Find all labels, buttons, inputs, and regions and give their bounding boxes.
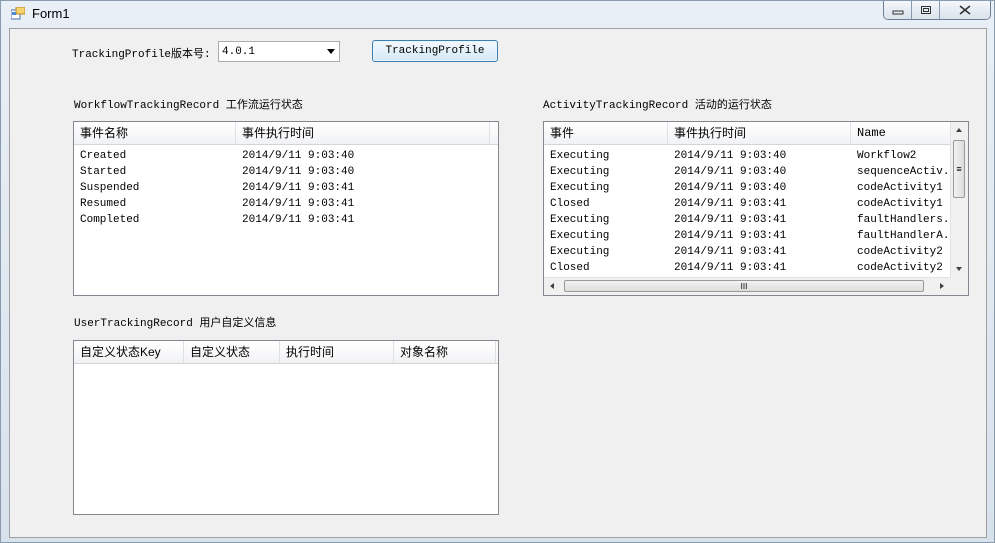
workflow-group-label: WorkflowTrackingRecord 工作流运行状态 — [74, 100, 303, 112]
activity-group-label: ActivityTrackingRecord 活动的运行状态 — [543, 100, 772, 112]
scroll-left-icon[interactable] — [550, 283, 554, 289]
cell: faultHandlers... — [857, 214, 951, 226]
table-row[interactable]: Executing 2014/9/11 9:03:41 faultHandler… — [544, 228, 951, 244]
cell: 2014/9/11 9:03:40 — [674, 150, 787, 162]
cell: Executing — [550, 166, 610, 178]
chevron-down-icon[interactable] — [327, 49, 335, 54]
maximize-icon — [920, 6, 931, 14]
cell: Executing — [550, 214, 610, 226]
cell: Started — [80, 166, 127, 178]
user-header: 自定义状态Key 自定义状态 执行时间 对象名称 — [74, 341, 498, 364]
table-row[interactable]: Executing 2014/9/11 9:03:40 Workflow2 — [544, 148, 951, 164]
table-row[interactable]: Closed 2014/9/11 9:03:41 codeActivity1 — [544, 196, 951, 212]
minimize-icon — [892, 10, 903, 15]
cell: Executing — [550, 182, 610, 194]
table-row[interactable]: Started 2014/9/11 9:03:40 — [74, 164, 498, 180]
cell: Workflow2 — [857, 150, 917, 162]
column-header[interactable]: 自定义状态 — [184, 341, 280, 363]
table-row[interactable]: Executing 2014/9/11 9:03:40 codeActivity… — [544, 180, 951, 196]
maximize-button[interactable] — [912, 1, 940, 19]
form1-window: Form1 TrackingProfile版本号: 4.0.1 Tracking… — [0, 0, 995, 543]
window-title: Form1 — [32, 6, 70, 21]
cell: codeActivity2 — [857, 262, 943, 274]
cell: codeActivity1 — [857, 198, 943, 210]
cell: 2014/9/11 9:03:41 — [242, 214, 355, 226]
cell: Suspended — [80, 182, 140, 194]
close-icon — [959, 5, 971, 15]
workflow-listview[interactable]: 事件名称 事件执行时间 Created 2014/9/11 9:03:40 St… — [73, 121, 499, 296]
activity-header: 事件 事件执行时间 Name — [544, 122, 951, 145]
cell: 2014/9/11 9:03:40 — [242, 166, 355, 178]
cell: Executing — [550, 150, 610, 162]
column-header[interactable]: 执行时间 — [280, 341, 394, 363]
scroll-right-icon[interactable] — [940, 283, 944, 289]
cell: 2014/9/11 9:03:40 — [242, 150, 355, 162]
cell: 2014/9/11 9:03:41 — [242, 198, 355, 210]
app-icon — [11, 7, 25, 20]
column-header[interactable]: 自定义状态Key — [74, 341, 184, 363]
column-header[interactable]: Name — [851, 122, 951, 144]
tracking-profile-button[interactable]: TrackingProfile — [372, 40, 498, 62]
vertical-scroll-thumb[interactable]: ≡ — [953, 140, 965, 198]
user-listview[interactable]: 自定义状态Key 自定义状态 执行时间 对象名称 — [73, 340, 499, 515]
horizontal-scroll-thumb[interactable]: III — [564, 280, 924, 292]
cell: 2014/9/11 9:03:41 — [674, 262, 787, 274]
cell: faultHandlerA... — [857, 230, 951, 242]
cell: 2014/9/11 9:03:40 — [674, 182, 787, 194]
version-label: TrackingProfile版本号: — [72, 49, 211, 61]
cell: Executing — [550, 230, 610, 242]
table-row[interactable]: Executing 2014/9/11 9:03:41 faultHandler… — [544, 212, 951, 228]
column-header[interactable]: 事件 — [544, 122, 668, 144]
column-header[interactable]: 事件名称 — [74, 122, 236, 144]
scroll-down-icon[interactable] — [956, 267, 962, 271]
cell: 2014/9/11 9:03:41 — [242, 182, 355, 194]
workflow-header: 事件名称 事件执行时间 — [74, 122, 498, 145]
version-combobox[interactable]: 4.0.1 — [218, 41, 340, 62]
version-value: 4.0.1 — [222, 45, 256, 58]
cell: Closed — [550, 262, 590, 274]
cell: 2014/9/11 9:03:41 — [674, 246, 787, 258]
cell: Closed — [550, 198, 590, 210]
scrollbar-corner — [951, 278, 968, 295]
table-row[interactable]: Executing 2014/9/11 9:03:40 sequenceActi… — [544, 164, 951, 180]
vertical-scrollbar[interactable]: ≡ — [950, 122, 968, 278]
cell: 2014/9/11 9:03:40 — [674, 166, 787, 178]
column-header[interactable]: 事件执行时间 — [236, 122, 490, 144]
cell: sequenceActiv... — [857, 166, 951, 178]
cell: Created — [80, 150, 127, 162]
minimize-button[interactable] — [884, 1, 912, 19]
cell: 2014/9/11 9:03:41 — [674, 214, 787, 226]
table-row[interactable]: Suspended 2014/9/11 9:03:41 — [74, 180, 498, 196]
table-row[interactable]: Executing 2014/9/11 9:03:41 codeActivity… — [544, 244, 951, 260]
cell: 2014/9/11 9:03:41 — [674, 230, 787, 242]
horizontal-scrollbar[interactable]: III — [544, 277, 951, 295]
cell: codeActivity1 — [857, 182, 943, 194]
user-group-label: UserTrackingRecord 用户自定义信息 — [74, 318, 277, 330]
cell: Executing — [550, 246, 610, 258]
cell: 2014/9/11 9:03:41 — [674, 198, 787, 210]
activity-listview[interactable]: 事件 事件执行时间 Name Executing 2014/9/11 9:03:… — [543, 121, 969, 296]
column-header[interactable]: 事件执行时间 — [668, 122, 851, 144]
table-row[interactable]: Resumed 2014/9/11 9:03:41 — [74, 196, 498, 212]
title-bar[interactable]: Form1 — [1, 1, 995, 27]
cell: Resumed — [80, 198, 127, 210]
scroll-up-icon[interactable] — [956, 128, 962, 132]
cell: Completed — [80, 214, 140, 226]
column-header[interactable]: 对象名称 — [394, 341, 496, 363]
close-button[interactable] — [940, 1, 990, 19]
table-row[interactable]: Created 2014/9/11 9:03:40 — [74, 148, 498, 164]
cell: codeActivity2 — [857, 246, 943, 258]
table-row[interactable]: Closed 2014/9/11 9:03:41 codeActivity2 — [544, 260, 951, 276]
caption-buttons — [883, 1, 991, 20]
table-row[interactable]: Completed 2014/9/11 9:03:41 — [74, 212, 498, 228]
